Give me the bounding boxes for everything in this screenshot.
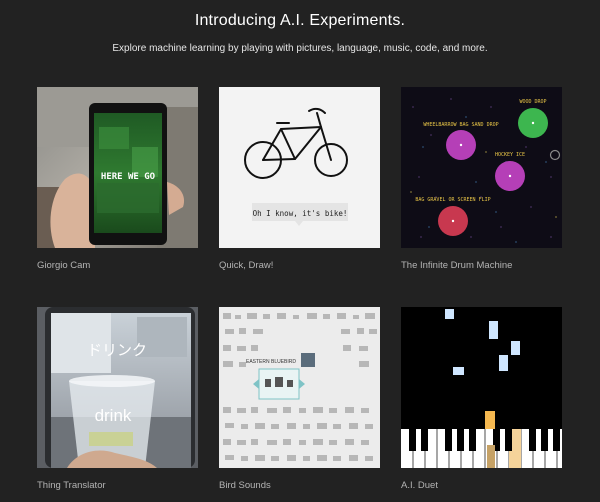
quick-draw-image: Oh I know, it's bike! <box>219 87 380 248</box>
thing-translator-thumbnail[interactable]: ドリンク drink <box>37 307 198 468</box>
infinite-drum-machine-thumbnail[interactable]: WOOD DROP WHEELBARROW BAG SAND DROP HOCK… <box>401 87 562 248</box>
bird-sounds-bird-name: EASTERN BLUEBIRD <box>246 359 296 365</box>
drum-label-hockey-ice: HOCKEY ICE <box>495 152 525 158</box>
experiment-card-giorgio-cam[interactable]: HERE WE GO Giorgio Cam <box>37 87 198 271</box>
experiment-card-bird-sounds[interactable]: EASTERN BLUEBIRD Bird Sounds <box>219 307 380 491</box>
bird-sounds-thumbnail[interactable]: EASTERN BLUEBIRD <box>219 307 380 468</box>
giorgio-cam-overlay-text: HERE WE GO <box>101 172 156 182</box>
giorgio-cam-thumbnail[interactable]: HERE WE GO <box>37 87 198 248</box>
quick-draw-speech-text: Oh I know, it's bike! <box>253 209 348 218</box>
thing-translator-japanese-text: ドリンク <box>87 341 147 359</box>
infinite-drum-machine-image: WOOD DROP WHEELBARROW BAG SAND DROP HOCK… <box>401 87 562 248</box>
quick-draw-thumbnail[interactable]: Oh I know, it's bike! <box>219 87 380 248</box>
bird-photo <box>301 353 315 367</box>
ai-duet-image <box>401 307 562 468</box>
experiment-card-quick-draw[interactable]: Oh I know, it's bike! Quick, Draw! <box>219 87 380 271</box>
experiment-label[interactable]: Giorgio Cam <box>37 260 198 271</box>
giorgio-cam-image: HERE WE GO <box>37 87 198 248</box>
experiment-label[interactable]: Thing Translator <box>37 480 198 491</box>
bird-sounds-image: EASTERN BLUEBIRD <box>219 307 380 468</box>
ai-duet-thumbnail[interactable] <box>401 307 562 468</box>
thing-translator-cup-text: drink <box>95 406 132 425</box>
experiment-label[interactable]: The Infinite Drum Machine <box>401 260 562 271</box>
page-title: Introducing A.I. Experiments. <box>194 12 406 29</box>
drum-label-wheelbarrow: WHEELBARROW BAG SAND DROP <box>423 122 498 128</box>
page-subtitle: Explore machine learning by playing with… <box>112 43 488 54</box>
thing-translator-image: ドリンク drink <box>37 307 198 468</box>
drum-label-bag-gravel: BAG GRAVEL OR SCREEN FLIP <box>415 197 490 203</box>
experiment-label[interactable]: Bird Sounds <box>219 480 380 491</box>
experiment-card-ai-duet[interactable]: A.I. Duet <box>401 307 562 491</box>
experiment-label[interactable]: Quick, Draw! <box>219 260 380 271</box>
experiment-card-thing-translator[interactable]: ドリンク drink Thing Translator <box>37 307 198 491</box>
drum-label-wood-drop: WOOD DROP <box>519 99 546 105</box>
experiment-label[interactable]: A.I. Duet <box>401 480 562 491</box>
experiment-card-infinite-drum-machine[interactable]: WOOD DROP WHEELBARROW BAG SAND DROP HOCK… <box>401 87 562 271</box>
